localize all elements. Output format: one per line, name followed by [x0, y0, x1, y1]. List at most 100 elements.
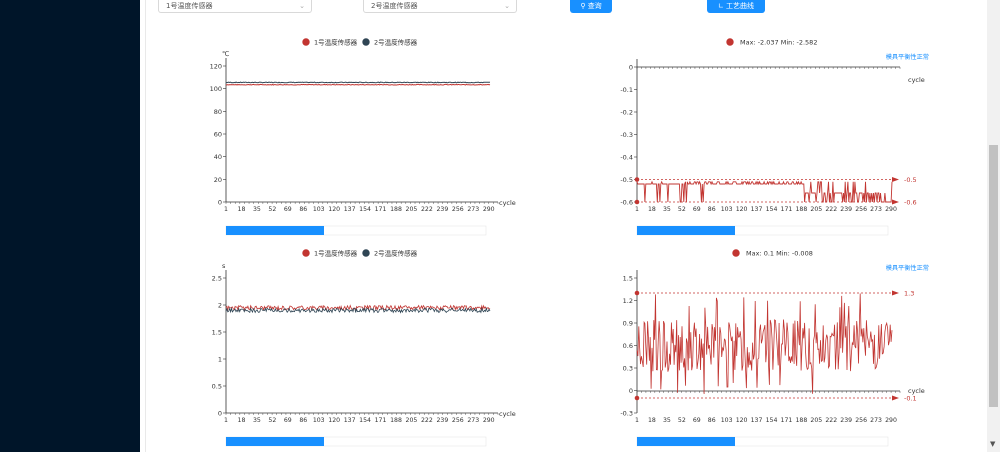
- series1-line: [225, 83, 491, 86]
- y-tick-label: 40: [214, 153, 222, 161]
- y-tick-label: 100: [210, 85, 222, 93]
- mark-line-arrow: [892, 395, 899, 401]
- x-tick-label: 273: [870, 206, 882, 213]
- x-tick-label: 103: [721, 206, 733, 213]
- mark-line-label: 1.3: [904, 290, 914, 298]
- x-tick-label: 103: [721, 417, 733, 424]
- x-tick-label: 273: [467, 206, 479, 213]
- y-axis-unit: ℃: [222, 50, 229, 58]
- x-axis-name: cycle: [499, 199, 516, 207]
- legend-label-series2: 2号温度传感器: [374, 38, 418, 47]
- diff2-series-line: [636, 293, 893, 395]
- x-axis-name: cycle: [499, 410, 516, 418]
- x-tick-label: 1: [635, 417, 639, 424]
- x-tick-label: 18: [648, 417, 656, 424]
- y-tick-label: 0: [218, 410, 222, 418]
- y-tick-label: 0: [629, 64, 633, 72]
- scroll-down-icon[interactable]: ▼: [990, 440, 995, 448]
- x-tick-label: 273: [467, 417, 479, 424]
- x-tick-label: 52: [678, 206, 686, 213]
- y-tick-label: 0.5: [212, 383, 222, 391]
- x-tick-label: 154: [359, 206, 371, 213]
- x-tick-label: 1: [635, 206, 639, 213]
- x-tick-label: 86: [299, 417, 307, 424]
- y-tick-label: 60: [214, 131, 222, 139]
- x-tick-label: 188: [795, 206, 807, 213]
- x-tick-label: 188: [795, 417, 807, 424]
- data-zoom-handle[interactable]: [226, 226, 324, 235]
- y-tick-label: 0.6: [623, 342, 633, 350]
- y-tick-label: 1.5: [212, 329, 222, 337]
- x-tick-label: 205: [406, 206, 418, 213]
- x-tick-label: 52: [268, 417, 276, 424]
- y-tick-label: 1.5: [623, 275, 633, 283]
- mark-line-start: [634, 199, 640, 205]
- y-tick-label: -0.1: [620, 86, 633, 94]
- x-tick-label: 222: [825, 417, 837, 424]
- y-tick-label: -0.6: [620, 199, 633, 207]
- legend-label-series2: 2号温度传感器: [374, 249, 418, 258]
- legend-dot-series1: [302, 38, 310, 46]
- x-tick-label: 239: [436, 206, 448, 213]
- x-tick-label: 222: [825, 206, 837, 213]
- x-tick-label: 137: [751, 417, 763, 424]
- x-tick-label: 18: [648, 206, 656, 213]
- y-tick-label: 0: [629, 387, 633, 395]
- x-tick-label: 239: [840, 417, 852, 424]
- x-tick-label: 256: [452, 417, 464, 424]
- x-tick-label: 120: [736, 206, 748, 213]
- x-tick-label: 256: [855, 417, 867, 424]
- scrollbar-thumb[interactable]: [989, 145, 998, 407]
- legend-dot-series1: [302, 249, 310, 257]
- legend-dot-series2: [362, 38, 370, 46]
- legend-label-diff2: Max: 0.1 Min: -0.008: [746, 250, 813, 258]
- x-tick-label: 171: [375, 206, 387, 213]
- data-zoom-handle[interactable]: [226, 437, 324, 446]
- x-tick-label: 205: [810, 206, 822, 213]
- x-tick-label: 154: [359, 417, 371, 424]
- x-tick-label: 35: [663, 206, 671, 213]
- mark-line-label: -0.1: [904, 395, 917, 403]
- x-tick-label: 120: [328, 206, 340, 213]
- x-tick-label: 86: [708, 417, 716, 424]
- x-tick-label: 35: [253, 206, 261, 213]
- y-tick-label: 1: [218, 356, 222, 364]
- legend-label-diff: Max: -2.037 Min: -2.582: [740, 39, 817, 47]
- series2-line: [225, 81, 491, 84]
- charts-area: 1号温度传感器 2号温度传感器1201008060402001 18 35 52 69 86…: [210, 38, 929, 447]
- x-tick-label: 69: [693, 206, 701, 213]
- x-tick-label: 69: [284, 417, 292, 424]
- y-tick-label: -0.3: [620, 410, 633, 418]
- x-tick-label: 239: [840, 206, 852, 213]
- x-tick-label: 290: [885, 417, 897, 424]
- legend-dot-series2: [362, 249, 370, 257]
- x-tick-label: 154: [766, 417, 778, 424]
- y-tick-label: -0.5: [620, 176, 633, 184]
- x-tick-label: 137: [751, 206, 763, 213]
- x-tick-label: 103: [313, 206, 325, 213]
- legend-dot-diff: [726, 38, 734, 46]
- mark-line-start: [634, 290, 640, 296]
- x-tick-label: 256: [855, 206, 867, 213]
- x-tick-label: 205: [810, 417, 822, 424]
- x-tick-label: 205: [406, 417, 418, 424]
- x-tick-label: 171: [375, 417, 387, 424]
- x-tick-label: 86: [299, 206, 307, 213]
- x-tick-label: 86: [708, 206, 716, 213]
- y-tick-label: 120: [210, 63, 222, 71]
- x-tick-label: 171: [781, 206, 793, 213]
- x-tick-label: 137: [344, 206, 356, 213]
- x-tick-label: 18: [238, 206, 246, 213]
- data-zoom-handle[interactable]: [637, 226, 735, 235]
- y-tick-label: -0.4: [620, 154, 633, 162]
- x-axis-name: cycle: [908, 76, 925, 84]
- x-tick-label: 290: [483, 206, 495, 213]
- x-tick-label: 239: [436, 417, 448, 424]
- x-tick-label: 69: [284, 206, 292, 213]
- x-tick-label: 273: [870, 417, 882, 424]
- mark-line-arrow: [892, 177, 899, 182]
- x-tick-label: 52: [268, 206, 276, 213]
- legend-label-series1: 1号温度传感器: [314, 38, 358, 47]
- data-zoom-handle[interactable]: [637, 437, 735, 446]
- x-tick-label: 35: [253, 417, 261, 424]
